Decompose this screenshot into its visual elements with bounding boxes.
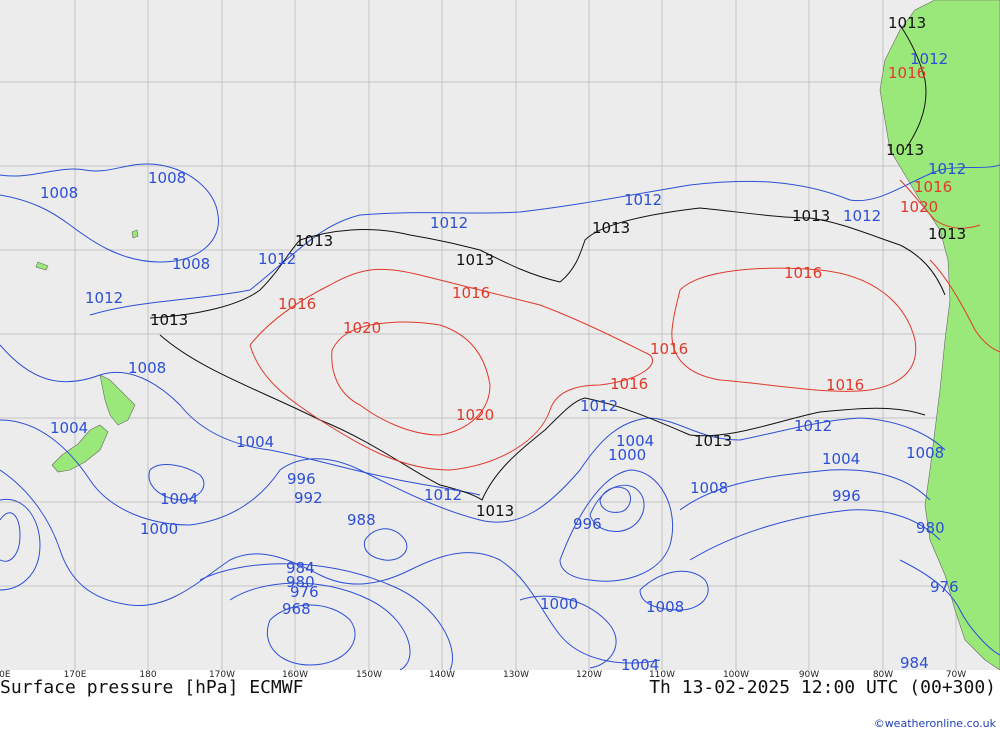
- isobar-label: 1000: [140, 520, 178, 538]
- isobar-label: 984: [900, 654, 929, 670]
- isobar-label: 1008: [172, 255, 210, 273]
- pressure-map: 1008 1008 1008 1012 1012 1012 1012 1012 …: [0, 0, 1000, 670]
- isobar-label: 1012: [794, 417, 832, 435]
- isobar-label: 1000: [608, 446, 646, 464]
- isobar-label: 1008: [148, 169, 186, 187]
- low-pressure-isobars: [0, 163, 1000, 670]
- isobar-label: 1016: [650, 340, 688, 358]
- isobar-label: 1013: [592, 219, 630, 237]
- isobar-label: 976: [930, 578, 959, 596]
- isobar-label: 1012: [928, 160, 966, 178]
- isobar-label: 1004: [822, 450, 860, 468]
- isobar-label: 1008: [40, 184, 78, 202]
- isobar-label: 1013: [886, 141, 924, 159]
- graticule: [0, 0, 1000, 670]
- isobar-label: 1020: [343, 319, 381, 337]
- isobar-label: 1016: [278, 295, 316, 313]
- isobar-label: 1016: [784, 264, 822, 282]
- isobar-label: 996: [832, 487, 861, 505]
- map-canvas: 1008 1008 1008 1012 1012 1012 1012 1012 …: [0, 0, 1000, 670]
- isobar-label: 1020: [900, 198, 938, 216]
- map-title: Surface pressure [hPa] ECMWF: [0, 677, 304, 698]
- isobar-label: 996: [287, 470, 316, 488]
- isobar-label: 1016: [826, 376, 864, 394]
- lon-tick: 150W: [355, 670, 383, 680]
- lon-tick: 140W: [428, 670, 456, 680]
- isobar-label: 1008: [690, 479, 728, 497]
- isobar-label: 1013: [888, 14, 926, 32]
- isobar-label: 992: [294, 489, 323, 507]
- isobar-label: 1004: [621, 656, 659, 670]
- valid-time: Th 13-02-2025 12:00 UTC (00+300): [649, 677, 996, 698]
- isobar-label: 1012: [843, 207, 881, 225]
- isobar-label: 1008: [906, 444, 944, 462]
- isobar-label: 1012: [624, 191, 662, 209]
- isobar-label: 1020: [456, 406, 494, 424]
- isobar-label: 1000: [540, 595, 578, 613]
- lon-tick: 120W: [575, 670, 603, 680]
- isobar-label: 1004: [160, 490, 198, 508]
- isobar-label: 1016: [914, 178, 952, 196]
- credit-link[interactable]: ©weatheronline.co.uk: [874, 717, 996, 730]
- isobar-label: 1012: [85, 289, 123, 307]
- isobar-label: 996: [573, 515, 602, 533]
- isobar-label: 1013: [150, 311, 188, 329]
- isobar-label: 988: [347, 511, 376, 529]
- isobar-label: 1012: [580, 397, 618, 415]
- isobar-label: 1004: [50, 419, 88, 437]
- isobar-label: 1016: [610, 375, 648, 393]
- isobar-label: 968: [282, 600, 311, 618]
- isobar-label: 1013: [792, 207, 830, 225]
- isobar-label: 1013: [295, 232, 333, 250]
- island-small-2: [35, 261, 49, 271]
- isobar-label: 980: [916, 519, 945, 537]
- isobar-label: 1013: [476, 502, 514, 520]
- isobar-labels: 1008 1008 1008 1012 1012 1012 1012 1012 …: [40, 14, 966, 670]
- south-america-land: [879, 0, 1000, 670]
- isobar-label: 1013: [456, 251, 494, 269]
- isobar-label: 1012: [424, 486, 462, 504]
- isobar-label: 1013: [928, 225, 966, 243]
- island-small-1: [131, 229, 139, 239]
- isobar-label: 1012: [258, 250, 296, 268]
- isobar-label: 1016: [452, 284, 490, 302]
- isobar-label: 1012: [430, 214, 468, 232]
- isobar-label: 1012: [910, 50, 948, 68]
- isobar-label: 976: [290, 583, 319, 601]
- isobar-label: 1008: [128, 359, 166, 377]
- lon-tick: 130W: [502, 670, 530, 680]
- land-masses: [35, 0, 1000, 670]
- isobar-label: 1004: [236, 433, 274, 451]
- isobar-label: 1013: [694, 432, 732, 450]
- isobar-label: 1008: [646, 598, 684, 616]
